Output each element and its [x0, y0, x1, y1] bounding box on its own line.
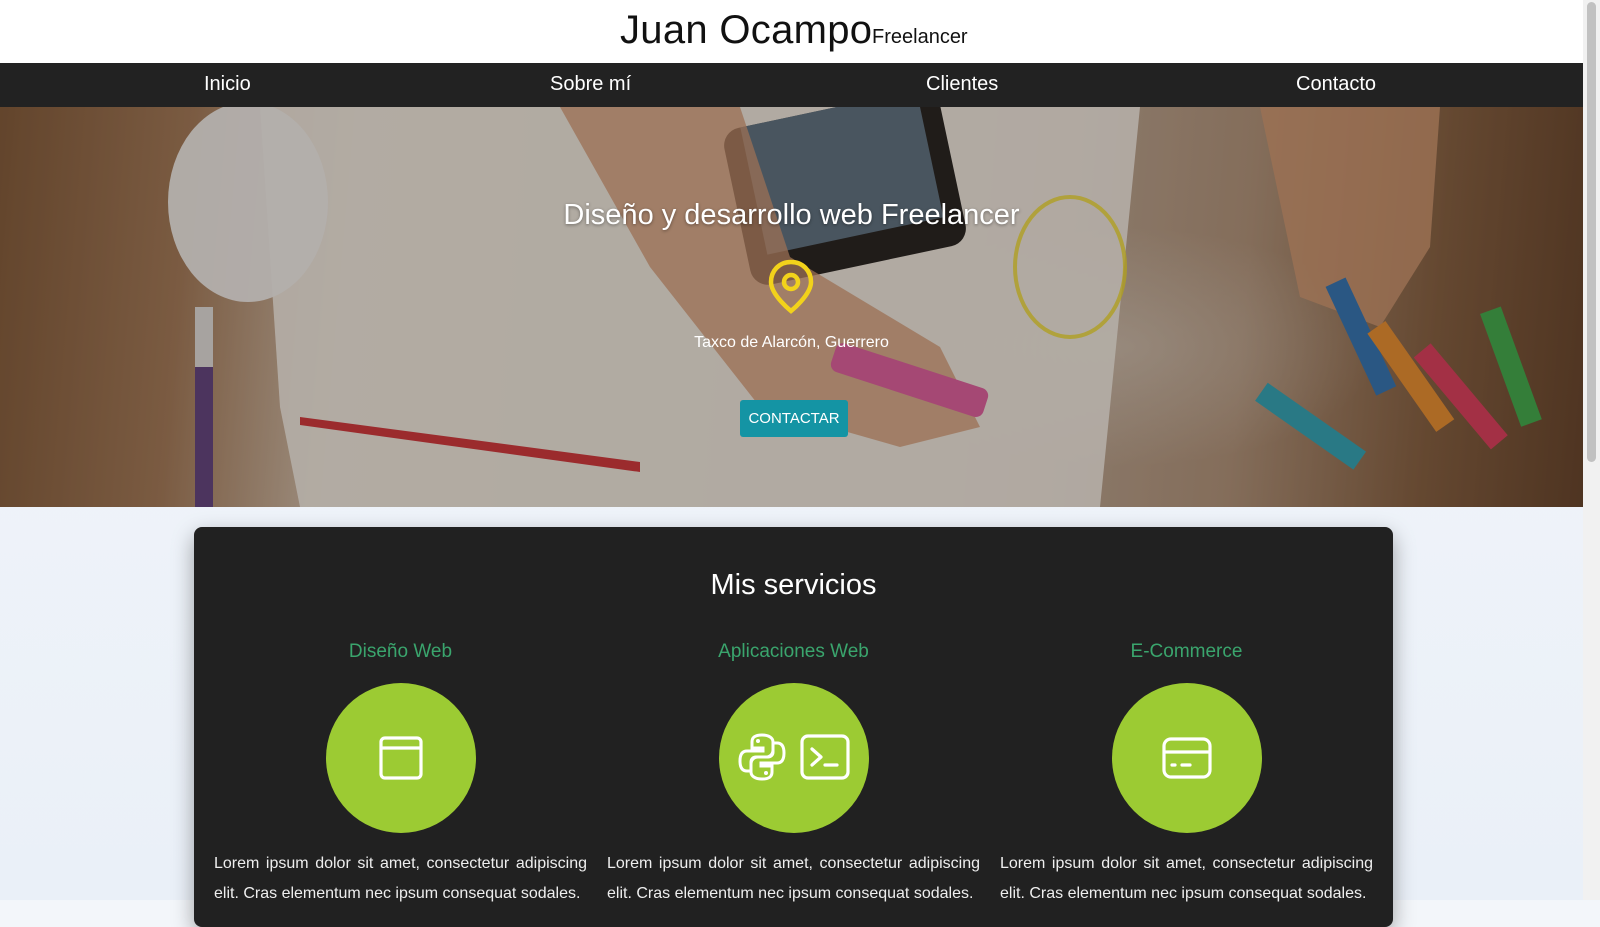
nav-item-clientes[interactable]: Clientes: [926, 73, 998, 96]
hero-banner: Diseño y desarrollo web Freelancer Taxco…: [0, 107, 1583, 507]
service-item: Diseño Web Lorem ipsum dolor sit amet, c…: [214, 527, 587, 927]
terminal-icon: [800, 734, 850, 780]
python-icon: [738, 733, 786, 781]
browser-window-icon: [379, 736, 423, 780]
map-pin-icon: [768, 259, 814, 314]
service-icon-circle: [326, 683, 476, 833]
service-title: Aplicaciones Web: [718, 641, 869, 662]
service-icon-circle: [1112, 683, 1262, 833]
site-header: Juan Ocampo Freelancer: [0, 0, 1583, 63]
nav-item-inicio[interactable]: Inicio: [204, 73, 251, 96]
service-title: E-Commerce: [1130, 641, 1243, 662]
service-description: Lorem ipsum dolor sit amet, consectetur …: [214, 855, 587, 902]
main-nav: Inicio Sobre mí Clientes Contacto: [0, 63, 1583, 107]
nav-item-sobre-mi[interactable]: Sobre mí: [550, 73, 631, 96]
contactar-button[interactable]: CONTACTAR: [740, 400, 848, 437]
hero-location: Taxco de Alarcón, Guerrero: [694, 334, 889, 351]
service-title: Diseño Web: [348, 641, 453, 662]
credit-card-icon: [1162, 737, 1212, 779]
service-icon-circle: [719, 683, 869, 833]
scrollbar-thumb[interactable]: [1587, 2, 1596, 462]
hero-title: Diseño y desarrollo web Freelancer: [563, 199, 1020, 231]
nav-item-contacto[interactable]: Contacto: [1296, 73, 1376, 96]
service-item: E-Commerce Lorem ipsum dolor sit amet, c…: [1000, 527, 1373, 927]
page-scrollbar[interactable]: [1583, 0, 1600, 900]
service-description: Lorem ipsum dolor sit amet, consectetur …: [1000, 855, 1373, 902]
brand-name: Juan Ocampo: [620, 8, 873, 52]
brand-role: Freelancer: [872, 26, 968, 48]
service-description: Lorem ipsum dolor sit amet, consectetur …: [607, 855, 980, 902]
services-card: Mis servicios Diseño Web Lorem ipsum dol…: [194, 527, 1393, 927]
service-item: Aplicaciones Web Lorem ipsum dolor sit a…: [607, 527, 980, 927]
